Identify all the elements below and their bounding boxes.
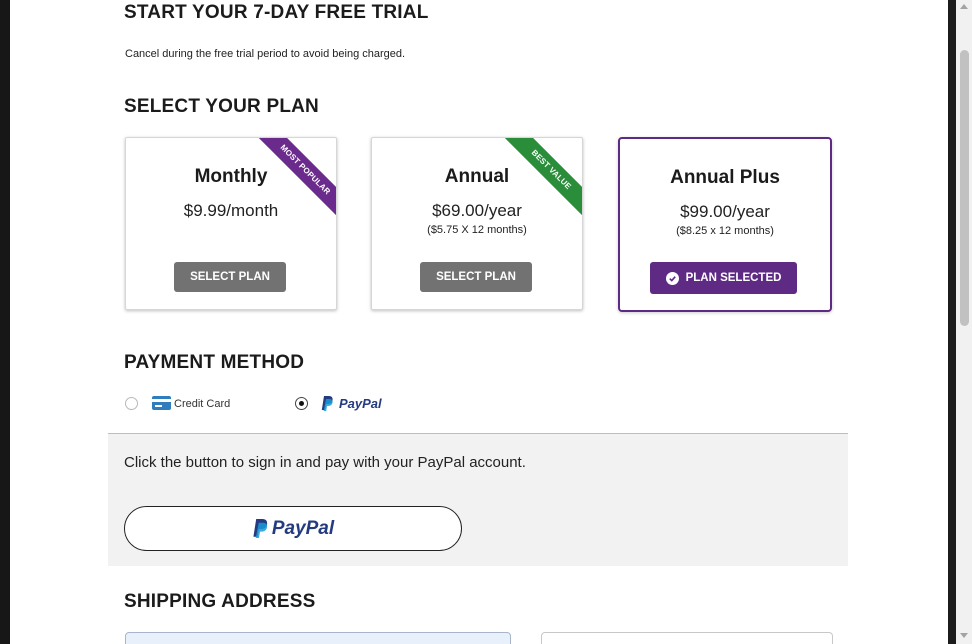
payment-method-heading: PAYMENT METHOD: [124, 352, 305, 373]
paypal-small-p-icon: [321, 396, 333, 416]
shipping-field-right[interactable]: [541, 632, 833, 644]
plan-selected-button[interactable]: PLAN SELECTED: [650, 262, 797, 294]
plan-monthly-breakdown: ($5.75 X 12 months): [427, 224, 527, 236]
shipping-field-left[interactable]: [125, 632, 511, 644]
check-circle-icon: [665, 271, 679, 285]
select-plan-monthly-button[interactable]: SELECT PLAN: [174, 262, 286, 292]
paypal-p-icon: [253, 519, 267, 538]
paypal-button-label: PayPal: [271, 517, 335, 539]
select-plan-heading: SELECT YOUR PLAN: [124, 96, 319, 117]
plan-monthly-breakdown: ($8.25 x 12 months): [676, 225, 774, 237]
paypal-instructions: Click the button to sign in and pay with…: [124, 454, 526, 471]
plan-card-monthly[interactable]: MOST POPULAR Monthly $9.99/month SELECT …: [125, 137, 337, 310]
credit-card-icon: [152, 396, 171, 410]
plan-card-annual-plus[interactable]: Annual Plus $99.00/year ($8.25 x 12 mont…: [618, 137, 832, 312]
select-plan-annual-button[interactable]: SELECT PLAN: [420, 262, 532, 292]
scroll-up-arrow-icon[interactable]: [960, 4, 968, 9]
backdrop-left: [0, 0, 10, 644]
plan-name: Annual Plus: [670, 167, 780, 188]
credit-card-label[interactable]: Credit Card: [174, 398, 230, 410]
plan-card-annual[interactable]: BEST VALUE Annual $69.00/year ($5.75 X 1…: [371, 137, 583, 310]
plan-price: $9.99/month: [183, 201, 279, 220]
shipping-address-heading: SHIPPING ADDRESS: [124, 591, 316, 612]
paypal-radio[interactable]: [295, 397, 308, 410]
plan-selected-label: PLAN SELECTED: [685, 272, 782, 284]
paypal-option-label[interactable]: PayPal: [339, 396, 382, 411]
credit-card-radio[interactable]: [125, 397, 138, 410]
plan-name: Monthly: [194, 166, 268, 187]
plan-price: $69.00/year: [432, 201, 522, 220]
trial-cancel-note: Cancel during the free trial period to a…: [125, 48, 406, 60]
scroll-down-arrow-icon[interactable]: [960, 633, 968, 638]
checkout-page: START YOUR 7-DAY FREE TRIAL Cancel durin…: [10, 0, 948, 644]
plan-name: Annual: [444, 166, 510, 187]
paypal-checkout-button[interactable]: PayPal: [124, 506, 462, 551]
paypal-panel: Click the button to sign in and pay with…: [108, 433, 848, 566]
plan-price: $99.00/year: [680, 202, 770, 221]
scrollbar-thumb[interactable]: [960, 50, 969, 326]
page-title: START YOUR 7-DAY FREE TRIAL: [124, 2, 429, 23]
